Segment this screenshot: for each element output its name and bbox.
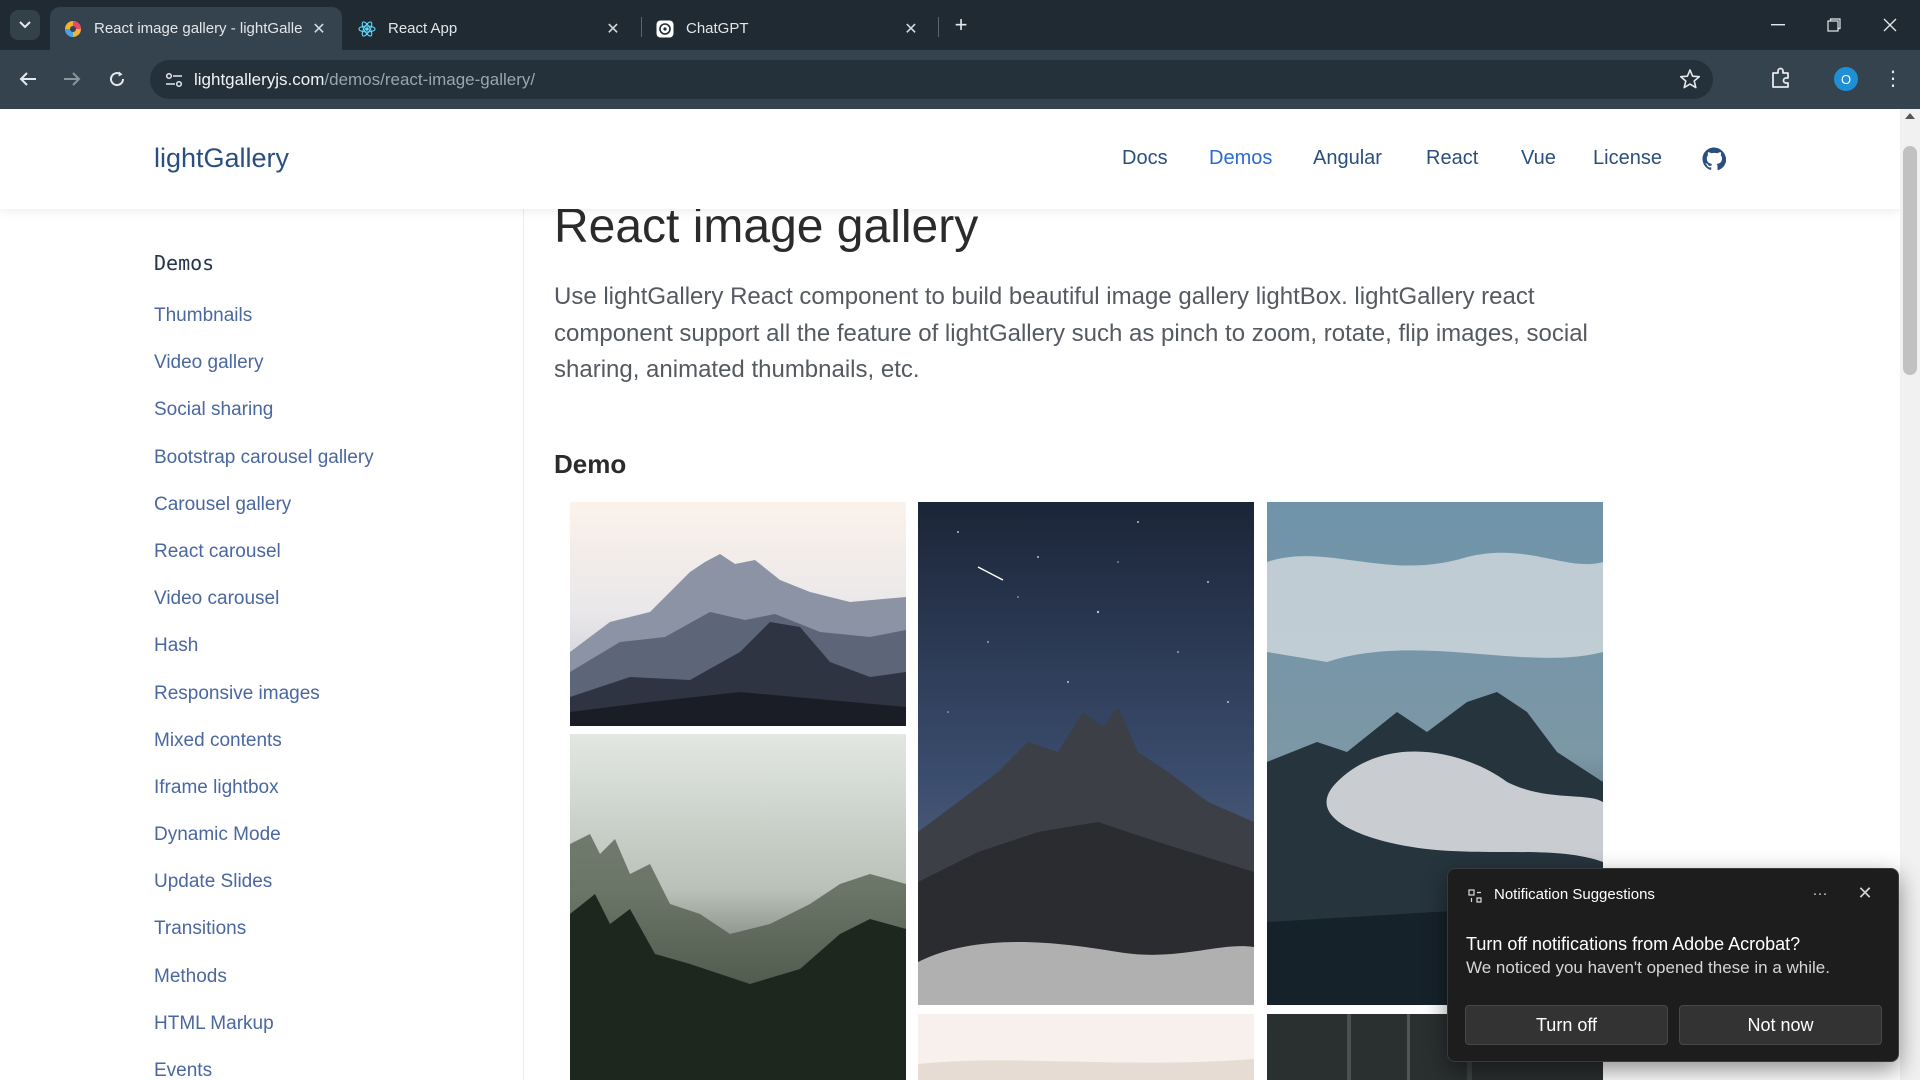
nav-license[interactable]: License: [1593, 147, 1662, 170]
tab-search-button[interactable]: [10, 10, 40, 40]
sidebar-item-hash[interactable]: Hash: [154, 635, 198, 657]
tab-title: React image gallery - lightGalle: [94, 20, 303, 37]
tab-react-image-gallery[interactable]: React image gallery - lightGalle ✕: [50, 7, 342, 50]
tab-chatgpt[interactable]: ChatGPT ✕: [642, 7, 934, 50]
reload-icon: [110, 71, 125, 87]
back-button[interactable]: [12, 63, 44, 95]
intro-paragraph: Use lightGallery React component to buil…: [554, 283, 1588, 383]
bookmark-star-icon[interactable]: [1679, 68, 1701, 90]
url-path: /demos/react-image-gallery/: [324, 69, 536, 89]
site-logo[interactable]: lightGallery: [154, 143, 289, 174]
extensions-puzzle-icon[interactable]: [1768, 65, 1794, 91]
site-settings-icon[interactable]: [154, 60, 194, 99]
gallery-image-misty-mountains[interactable]: [570, 502, 906, 726]
arrow-right-icon: [64, 72, 81, 86]
nav-angular[interactable]: Angular: [1313, 147, 1382, 170]
url-host: lightgalleryjs.com: [194, 69, 325, 89]
close-icon: [1883, 18, 1897, 32]
sidebar-item-bootstrap-carousel-gallery[interactable]: Bootstrap carousel gallery: [154, 447, 374, 469]
notification-app-name: Notification Suggestions: [1494, 886, 1655, 903]
profile-avatar[interactable]: O: [1834, 67, 1858, 91]
sidebar-item-dynamic-mode[interactable]: Dynamic Mode: [154, 824, 281, 846]
close-icon[interactable]: ✕: [902, 19, 920, 39]
more-options-icon[interactable]: ···: [1804, 880, 1836, 906]
chatgpt-logo-icon: [656, 20, 674, 38]
gallery-image-pale-landscape[interactable]: [918, 1014, 1254, 1080]
turn-off-button[interactable]: Turn off: [1465, 1005, 1668, 1045]
nav-vue[interactable]: Vue: [1521, 147, 1556, 170]
lightgallery-favicon-icon: [64, 20, 82, 38]
forward-button[interactable]: [56, 63, 88, 95]
sidebar-item-carousel-gallery[interactable]: Carousel gallery: [154, 494, 291, 516]
nav-docs[interactable]: Docs: [1122, 147, 1168, 170]
sidebar-item-react-carousel[interactable]: React carousel: [154, 541, 281, 563]
sidebar-item-social-sharing[interactable]: Social sharing: [154, 399, 273, 421]
sidebar-item-transitions[interactable]: Transitions: [154, 918, 246, 940]
sidebar-item-thumbnails[interactable]: Thumbnails: [154, 305, 252, 327]
close-icon[interactable]: ✕: [310, 19, 328, 39]
sidebar-item-methods[interactable]: Methods: [154, 966, 227, 988]
arrow-left-icon: [19, 72, 36, 86]
plus-icon: +: [954, 12, 968, 37]
restore-icon: [1827, 18, 1841, 32]
sidebar-item-iframe-lightbox[interactable]: Iframe lightbox: [154, 777, 279, 799]
restore-button[interactable]: [1806, 8, 1862, 42]
tab-react-app[interactable]: React App ✕: [344, 7, 636, 50]
nav-demos[interactable]: Demos: [1209, 147, 1272, 170]
new-tab-button[interactable]: +: [948, 12, 974, 38]
notification-body: We noticed you haven't opened these in a…: [1466, 958, 1830, 977]
github-icon[interactable]: [1702, 147, 1727, 171]
tab-strip: React image gallery - lightGalle ✕ React…: [0, 0, 1920, 50]
browser-menu-icon[interactable]: ⋮: [1883, 64, 1903, 92]
sidebar-heading: Demos: [154, 251, 215, 275]
minimize-button[interactable]: [1750, 8, 1806, 42]
sidebar: Demos Thumbnails Video gallery Social sh…: [0, 209, 524, 1080]
sidebar-item-events[interactable]: Events: [154, 1060, 212, 1080]
notification-title: Turn off notifications from Adobe Acroba…: [1466, 934, 1801, 954]
tab-title: React App: [388, 20, 458, 37]
address-bar[interactable]: lightgalleryjs.com/demos/react-image-gal…: [150, 60, 1713, 99]
sidebar-item-update-slides[interactable]: Update Slides: [154, 871, 272, 893]
sidebar-item-video-gallery[interactable]: Video gallery: [154, 352, 264, 374]
close-icon[interactable]: ✕: [604, 19, 622, 39]
sidebar-item-responsive-images[interactable]: Responsive images: [154, 683, 320, 705]
tab-separator: [938, 17, 939, 37]
notification-toast: Notification Suggestions ··· ✕ Turn off …: [1447, 868, 1899, 1062]
window-close-button[interactable]: [1862, 8, 1918, 42]
url-text: lightgalleryjs.com/demos/react-image-gal…: [194, 70, 535, 90]
demo-heading: Demo: [554, 449, 627, 479]
notification-settings-icon: [1467, 888, 1483, 904]
gallery-image-foggy-forest[interactable]: [570, 734, 906, 1080]
scrollbar-thumb[interactable]: [1903, 146, 1917, 375]
sidebar-item-video-carousel[interactable]: Video carousel: [154, 588, 279, 610]
tab-title: ChatGPT: [686, 20, 749, 37]
site-header: lightGallery Docs Demos Angular React Vu…: [0, 109, 1900, 209]
sidebar-item-html-markup[interactable]: HTML Markup: [154, 1013, 274, 1035]
gallery-image-starry-peaks[interactable]: [918, 502, 1254, 1005]
reload-button[interactable]: [101, 63, 133, 95]
chevron-down-icon: [19, 21, 31, 29]
nav-react[interactable]: React: [1426, 147, 1478, 170]
page-scrollbar[interactable]: [1900, 109, 1920, 1080]
minimize-icon: [1771, 24, 1785, 26]
scroll-up-arrow-icon[interactable]: [1905, 113, 1915, 119]
close-icon[interactable]: ✕: [1852, 880, 1878, 906]
not-now-button[interactable]: Not now: [1679, 1005, 1882, 1045]
react-logo-icon: [358, 20, 376, 38]
sidebar-item-mixed-contents[interactable]: Mixed contents: [154, 730, 282, 752]
